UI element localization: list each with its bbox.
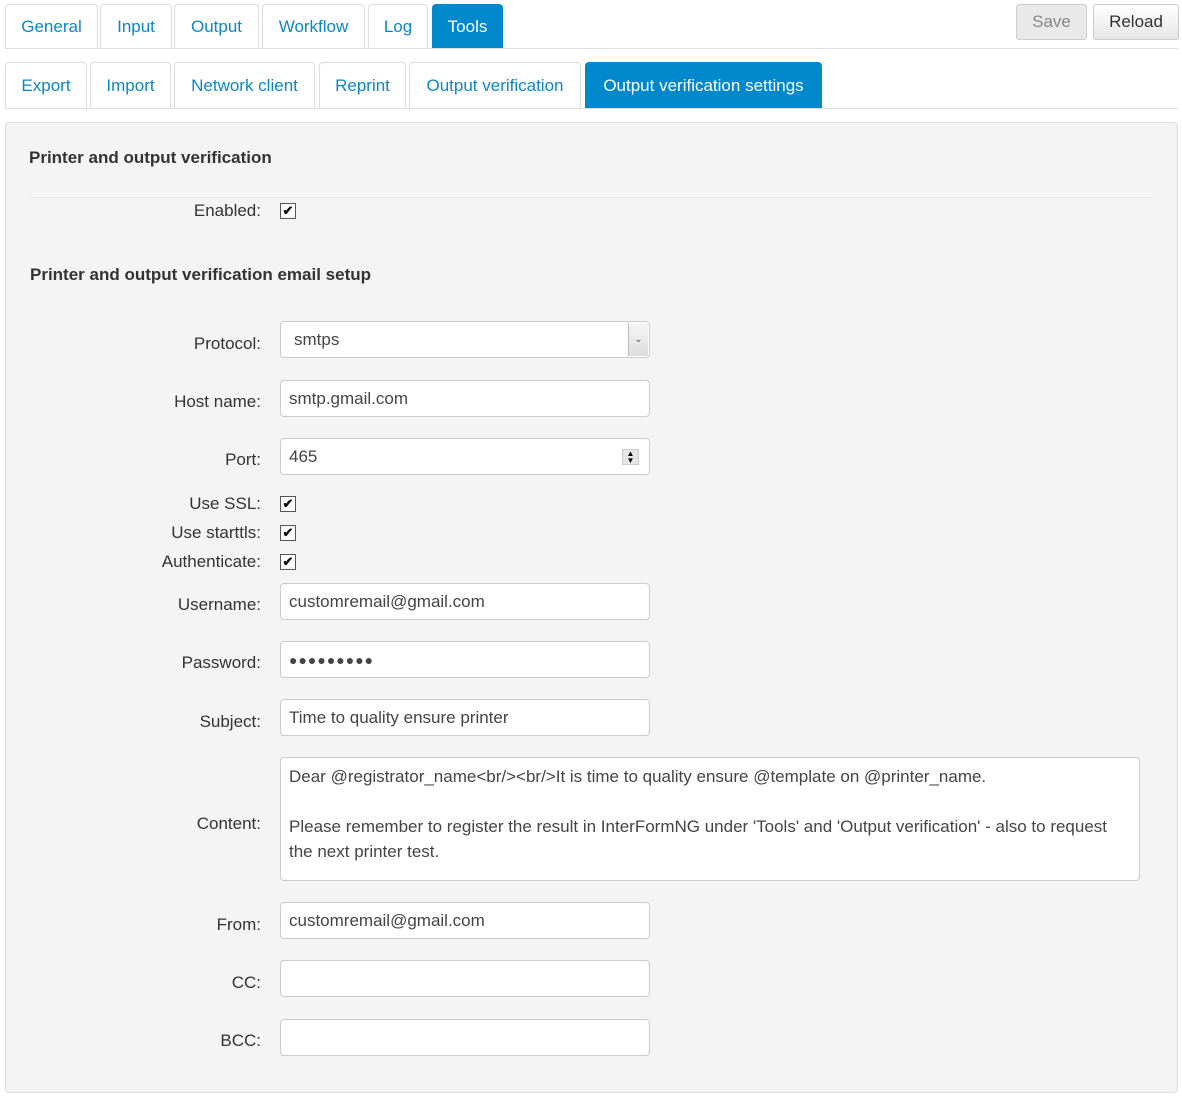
tab-export[interactable]: Export (5, 62, 87, 109)
protocol-value: smtps (294, 329, 340, 349)
password-input[interactable]: ●●●●●●●●● (280, 641, 650, 678)
save-button[interactable]: Save (1016, 4, 1087, 40)
bcc-label: BCC: (220, 1031, 261, 1050)
tab-input[interactable]: Input (100, 4, 172, 49)
protocol-label: Protocol: (193, 334, 261, 353)
subject-input[interactable]: Time to quality ensure printer (280, 699, 650, 736)
content-textarea[interactable]: Dear @registrator_name<br/><br/>It is ti… (280, 757, 1140, 881)
cc-input[interactable] (280, 960, 650, 997)
tabs-divider (5, 48, 1178, 49)
from-input[interactable]: customremail@gmail.com (280, 902, 650, 939)
enabled-checkbox[interactable]: ✔ (280, 203, 296, 219)
port-value: 465 (289, 446, 318, 466)
tab-output-verification-settings[interactable]: Output verification settings (585, 62, 822, 109)
cc-label: CC: (231, 973, 261, 992)
subject-label: Subject: (199, 712, 261, 731)
authenticate-label: Authenticate: (161, 552, 261, 571)
enabled-label: Enabled: (193, 201, 261, 220)
authenticate-checkbox[interactable]: ✔ (280, 554, 296, 570)
tab-general[interactable]: General (5, 4, 98, 49)
ssl-checkbox[interactable]: ✔ (280, 496, 296, 512)
bcc-input[interactable] (280, 1019, 650, 1056)
username-label: Username: (177, 595, 261, 614)
protocol-select[interactable]: smtps ⌄ (280, 321, 650, 358)
tab-tools[interactable]: Tools (432, 4, 503, 49)
host-label: Host name: (174, 392, 261, 411)
tab-import[interactable]: Import (90, 62, 171, 109)
subtabs-divider (5, 108, 1178, 109)
ssl-label: Use SSL: (189, 494, 261, 513)
content-label: Content: (196, 814, 261, 833)
spinner-icon[interactable]: ▲ ▼ (622, 449, 639, 465)
port-input[interactable]: 465 ▲ ▼ (280, 438, 650, 475)
section-title: Printer and output verification (29, 148, 272, 167)
tab-reprint[interactable]: Reprint (319, 62, 406, 109)
starttls-label: Use starttls: (171, 523, 261, 542)
starttls-checkbox[interactable]: ✔ (280, 525, 296, 541)
from-label: From: (216, 915, 261, 934)
reload-button[interactable]: Reload (1093, 4, 1179, 40)
password-label: Password: (181, 653, 261, 672)
username-input[interactable]: customremail@gmail.com (280, 583, 650, 620)
section-divider (30, 197, 1152, 198)
chevron-down-icon: ⌄ (628, 323, 648, 356)
tab-output-verification[interactable]: Output verification (409, 62, 581, 109)
tab-workflow[interactable]: Workflow (262, 4, 365, 49)
tab-network-client[interactable]: Network client (174, 62, 315, 109)
host-input[interactable]: smtp.gmail.com (280, 380, 650, 417)
tab-log[interactable]: Log (368, 4, 428, 49)
email-section-title: Printer and output verification email se… (30, 265, 371, 284)
port-label: Port: (225, 450, 261, 469)
tab-output[interactable]: Output (174, 4, 259, 49)
